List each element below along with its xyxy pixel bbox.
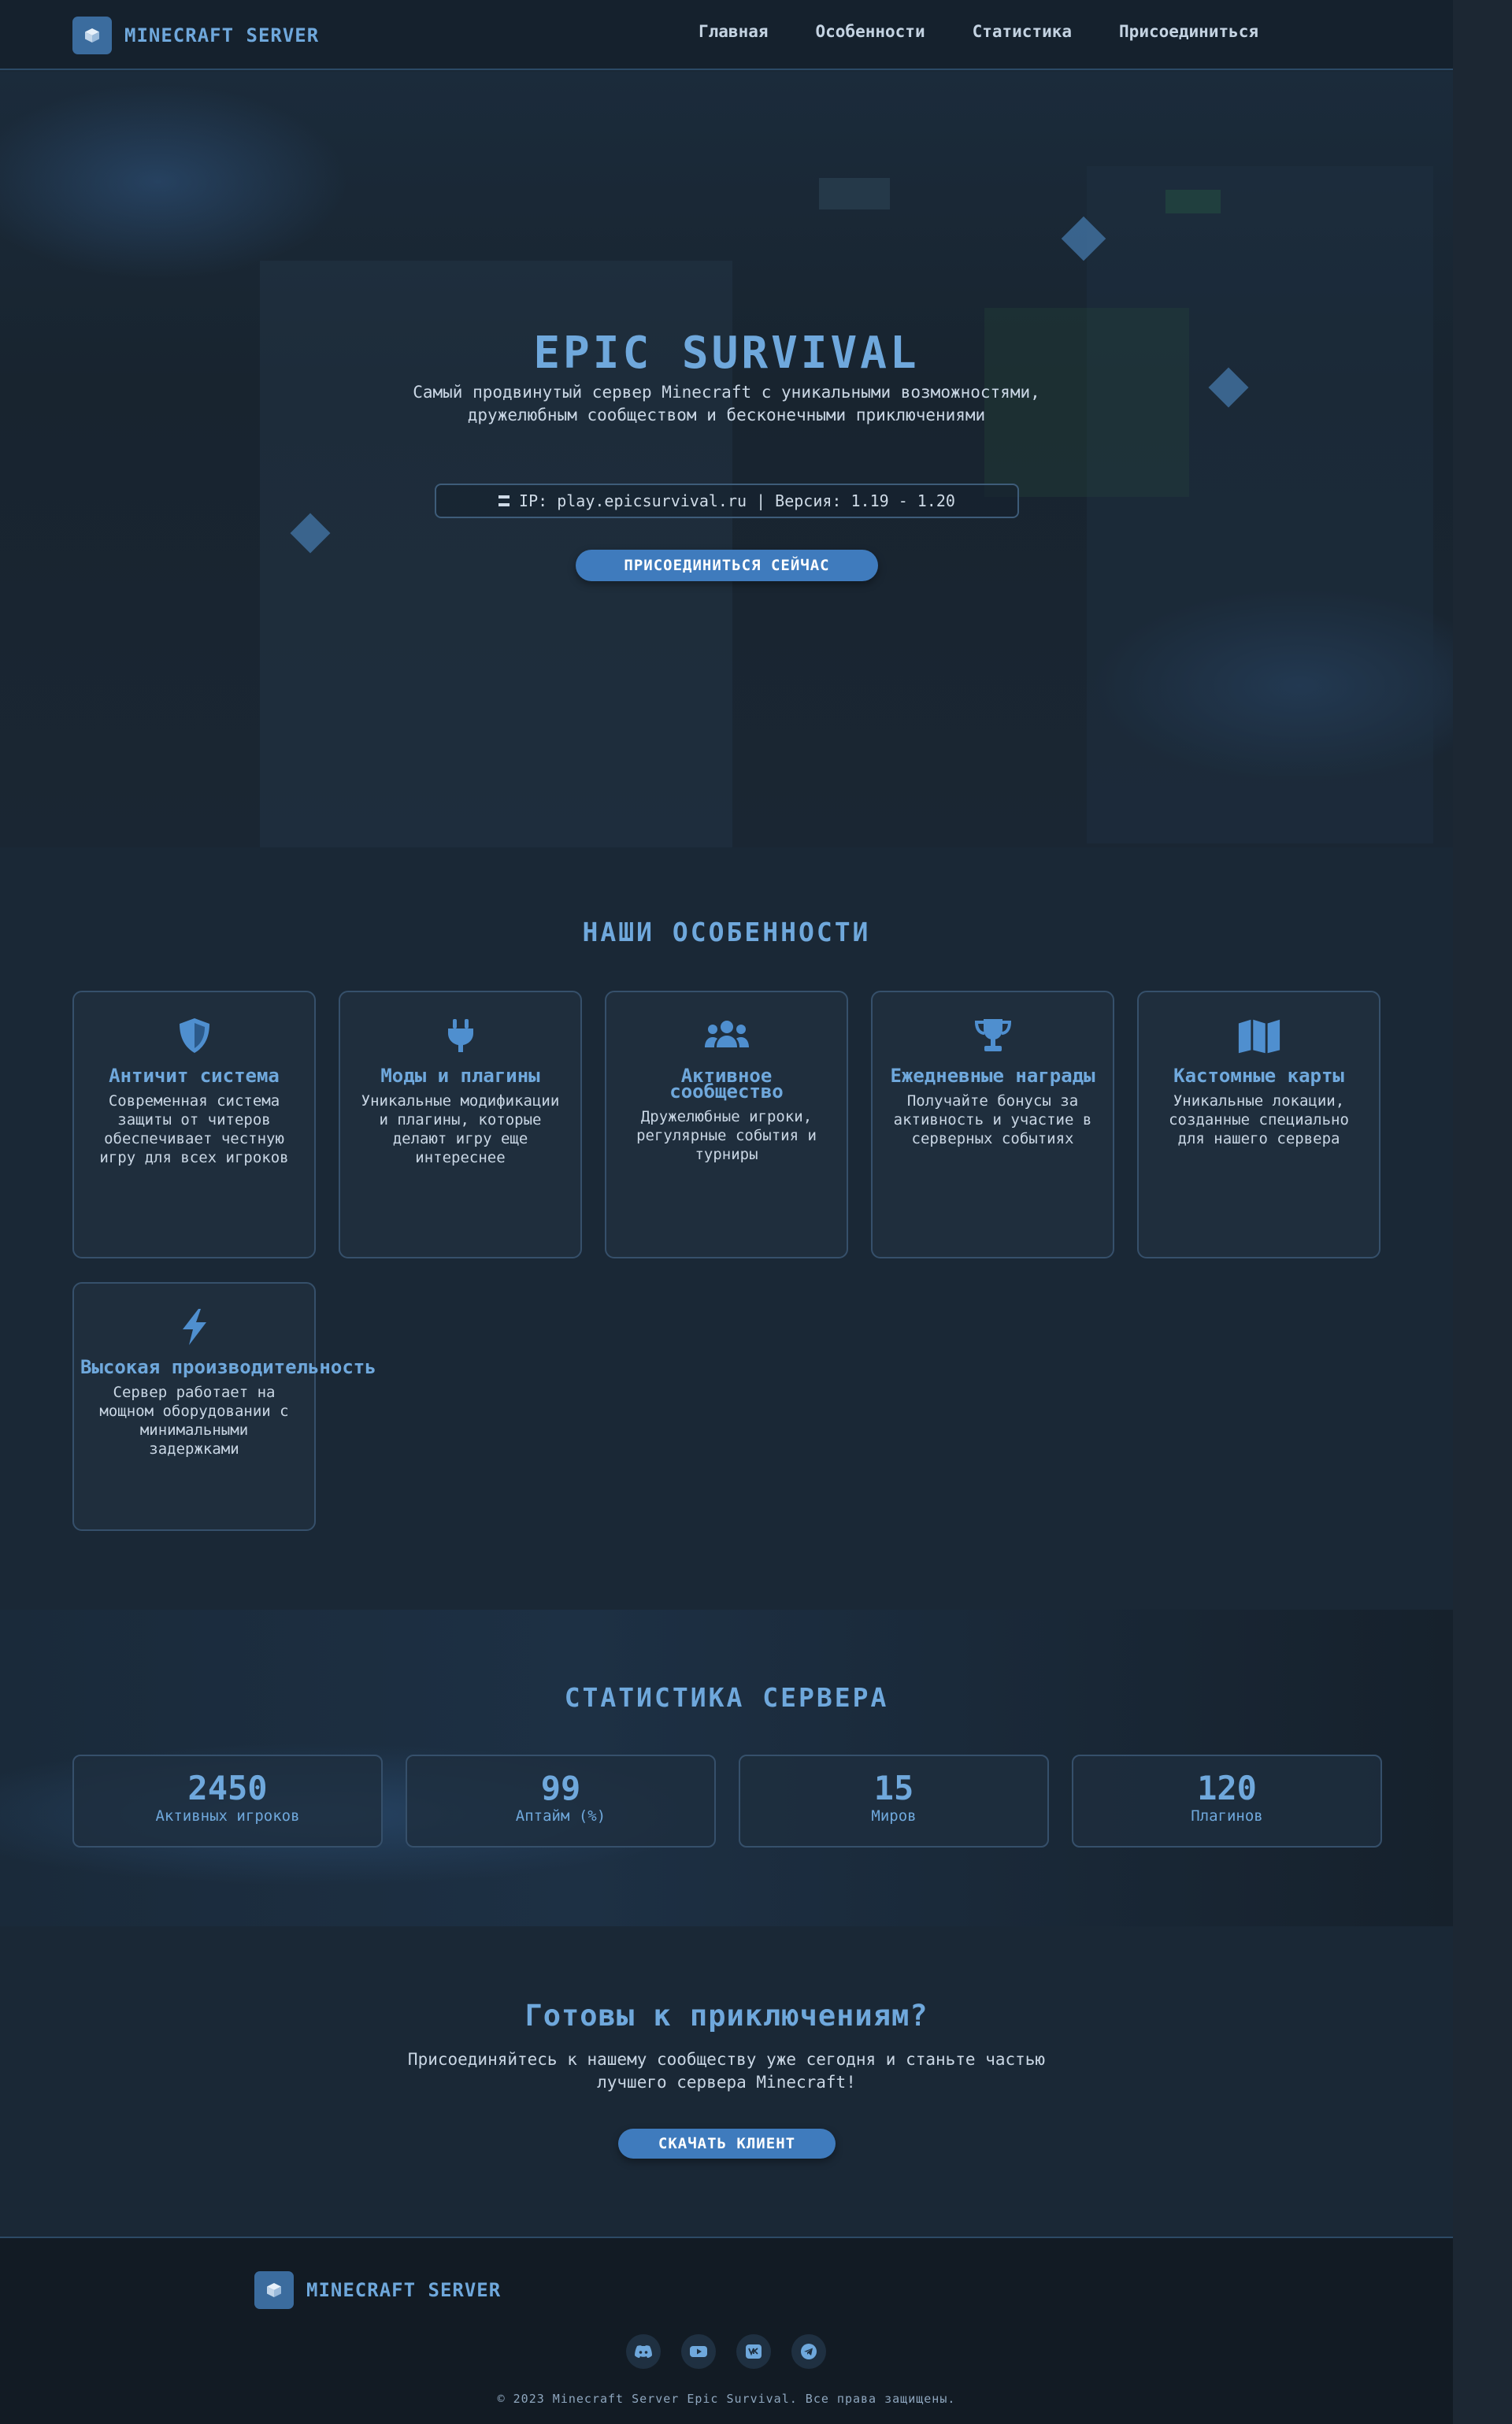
feature-text: Уникальные модификации и плагины, которы… [361,1092,560,1166]
cube-logo-icon [254,2271,294,2309]
features-section: НАШИ ОСОБЕННОСТИ Античит система Совреме… [0,847,1453,1610]
feature-title: Высокая производительность [80,1356,376,1378]
stat-value: 99 [540,1769,581,1807]
stats-title: СТАТИСТИКА СЕРВЕРА [564,1682,889,1713]
server-ip-box[interactable]: IP: play.epicsurvival.ru | Версия: 1.19 … [435,484,1019,518]
feature-title: Моды и плагины [380,1065,540,1087]
server-icon [498,495,510,506]
page: MINECRAFT SERVER Главная Особенности Ста… [0,0,1453,2424]
nav-link-home[interactable]: Главная [699,22,769,41]
download-client-button[interactable]: СКАЧАТЬ КЛИЕНТ [618,2129,836,2159]
hero-description: Самый продвинутый сервер Minecraft с уни… [413,383,1040,424]
logo-text: MINECRAFT SERVER [124,24,320,46]
copyright-text: © 2023 Minecraft Server Epic Survival. В… [497,2392,956,2406]
nav-links: Главная Особенности Статистика Присоедин… [699,22,1306,41]
youtube-link[interactable] [681,2334,716,2369]
hero-section: EPIC SURVIVAL Самый продвинутый сервер M… [0,72,1453,847]
feature-card: Ежедневные награды Получайте бонусы за а… [871,991,1114,1258]
plug-icon [447,1019,473,1052]
stat-label: Активных игроков [155,1807,300,1825]
feature-text: Современная система защиты от читеров об… [99,1092,289,1166]
feature-card: Высокая производительность Сервер работа… [72,1282,376,1531]
feature-title: Кастомные карты [1173,1065,1344,1087]
hero-title: EPIC SURVIVAL [533,328,920,379]
stat-card: 99 Аптайм (%) [406,1755,716,1848]
hero-background-block [819,178,890,209]
telegram-link[interactable] [791,2334,826,2369]
stat-label: Аптайм (%) [515,1807,606,1825]
hero-background-block [1166,190,1221,213]
feature-title: Ежедневные награды [890,1065,1095,1087]
stat-card: 15 Миров [739,1755,1049,1848]
feature-text: Сервер работает на мощном оборудовании с… [99,1384,289,1458]
scrollbar[interactable] [1453,0,1512,2424]
top-navbar: MINECRAFT SERVER Главная Особенности Ста… [0,0,1453,70]
stat-card: 120 Плагинов [1072,1755,1382,1848]
footer-logo-text: MINECRAFT SERVER [306,2279,502,2301]
vk-link[interactable] [736,2334,771,2369]
feature-card: Кастомные карты Уникальные локации, созд… [1137,991,1380,1258]
vk-icon [746,2344,762,2359]
server-ip-text: IP: play.epicsurvival.ru | Версия: 1.19 … [519,491,955,510]
trophy-icon [974,1019,1011,1051]
feature-card: Активное сообщество Дружелюбные игроки, … [605,991,848,1258]
cta-section: Готовы к приключениям? Присоединяйтесь к… [0,1926,1453,2237]
footer-logo[interactable]: MINECRAFT SERVER [254,2271,501,2309]
stat-value: 15 [873,1769,914,1807]
nav-link-features[interactable]: Особенности [816,22,925,41]
stat-card: 2450 Активных игроков [72,1755,383,1848]
discord-icon [635,2345,652,2358]
hero-background-block [1087,166,1433,843]
cta-text: Присоединяйтесь к нашему сообществу уже … [407,2050,1046,2092]
telegram-icon [801,2344,817,2359]
nav-link-join[interactable]: Присоединиться [1119,22,1258,41]
feature-title: Активное сообщество [669,1065,784,1103]
footer: MINECRAFT SERVER © 2023 Minecraft Server… [0,2237,1453,2424]
map-icon [1238,1019,1280,1054]
stat-value: 2450 [187,1769,268,1807]
nav-logo[interactable]: MINECRAFT SERVER [72,17,319,54]
features-title: НАШИ ОСОБЕННОСТИ [582,917,871,947]
feature-title: Античит система [109,1065,280,1087]
stat-label: Плагинов [1191,1807,1263,1825]
bolt-icon [182,1309,206,1345]
cta-title: Готовы к приключениям? [524,1999,928,2033]
feature-text: Дружелюбные игроки, регулярные события и… [636,1108,817,1163]
stat-label: Миров [871,1807,917,1825]
nav-link-stats[interactable]: Статистика [973,22,1072,41]
stat-value: 120 [1197,1769,1257,1807]
users-icon [704,1021,749,1047]
stats-section: СТАТИСТИКА СЕРВЕРА 2450 Активных игроков… [0,1610,1453,1926]
youtube-icon [690,2346,707,2357]
feature-card: Античит система Современная система защи… [72,991,316,1258]
feature-text: Уникальные локации, созданные специально… [1169,1092,1349,1147]
cube-logo-icon [72,17,112,54]
shield-icon [179,1018,209,1053]
join-now-button[interactable]: ПРИСОЕДИНИТЬСЯ СЕЙЧАС [576,550,878,581]
feature-card: Моды и плагины Уникальные модификации и … [339,991,582,1258]
feature-text: Получайте бонусы за активность и участие… [893,1092,1092,1147]
discord-link[interactable] [626,2334,661,2369]
